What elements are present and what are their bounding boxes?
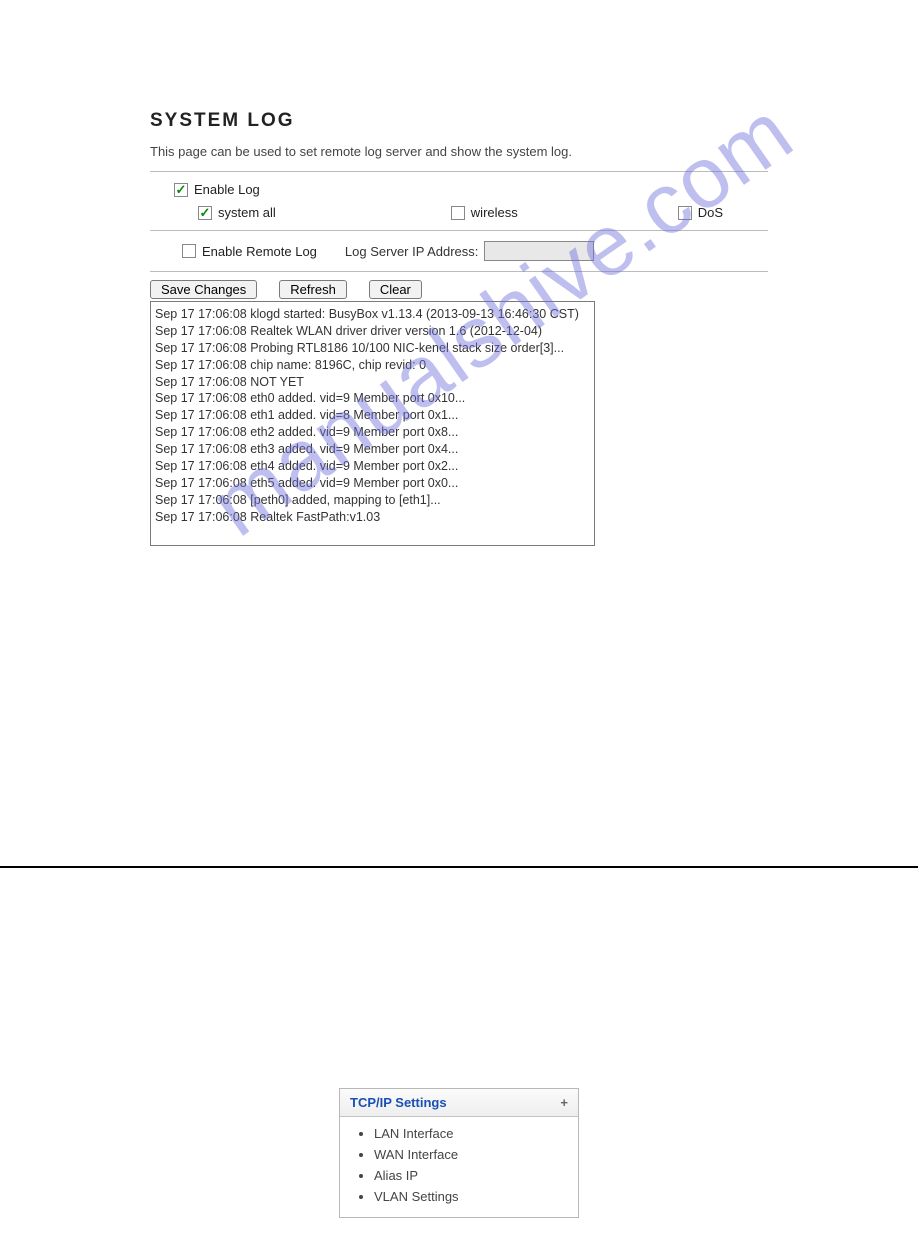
system-all-checkbox[interactable] bbox=[198, 206, 212, 220]
log-server-ip-input[interactable] bbox=[484, 241, 594, 261]
log-line: Sep 17 17:06:08 eth4 added. vid=9 Member… bbox=[155, 458, 590, 475]
enable-remote-log-checkbox[interactable] bbox=[182, 244, 196, 258]
enable-log-label: Enable Log bbox=[194, 182, 260, 197]
log-line: Sep 17 17:06:08 eth0 added. vid=9 Member… bbox=[155, 390, 590, 407]
tcpip-settings-panel: TCP/IP Settings + LAN Interface WAN Inte… bbox=[339, 1088, 579, 1218]
log-line: Sep 17 17:06:08 [peth0] added, mapping t… bbox=[155, 492, 590, 509]
enable-log-checkbox[interactable] bbox=[174, 183, 188, 197]
log-line: Sep 17 17:06:08 chip name: 8196C, chip r… bbox=[155, 357, 590, 374]
clear-button[interactable]: Clear bbox=[369, 280, 422, 299]
divider bbox=[150, 230, 768, 231]
panel-item-vlan[interactable]: VLAN Settings bbox=[374, 1186, 570, 1207]
log-line: Sep 17 17:06:08 Probing RTL8186 10/100 N… bbox=[155, 340, 590, 357]
log-line: Sep 17 17:06:08 eth1 added. vid=8 Member… bbox=[155, 407, 590, 424]
panel-item-alias[interactable]: Alias IP bbox=[374, 1165, 570, 1186]
log-line: Sep 17 17:06:08 Realtek WLAN driver driv… bbox=[155, 323, 590, 340]
log-output-box[interactable]: Sep 17 17:06:08 klogd started: BusyBox v… bbox=[150, 301, 595, 546]
log-line: Sep 17 17:06:08 eth5 added. vid=9 Member… bbox=[155, 475, 590, 492]
panel-item-wan[interactable]: WAN Interface bbox=[374, 1144, 570, 1165]
panel-title: TCP/IP Settings bbox=[350, 1095, 447, 1110]
panel-item-lan[interactable]: LAN Interface bbox=[374, 1123, 570, 1144]
refresh-button[interactable]: Refresh bbox=[279, 280, 347, 299]
dos-label: DoS bbox=[698, 205, 723, 220]
dos-checkbox[interactable] bbox=[678, 206, 692, 220]
section-divider bbox=[0, 866, 918, 868]
divider bbox=[150, 271, 768, 272]
wireless-checkbox[interactable] bbox=[451, 206, 465, 220]
log-line: Sep 17 17:06:08 eth2 added. vid=9 Member… bbox=[155, 424, 590, 441]
log-server-ip-label: Log Server IP Address: bbox=[345, 244, 478, 259]
wireless-label: wireless bbox=[471, 205, 518, 220]
log-line: Sep 17 17:06:08 NOT YET bbox=[155, 374, 590, 391]
expand-icon: + bbox=[560, 1095, 568, 1110]
save-changes-button[interactable]: Save Changes bbox=[150, 280, 257, 299]
enable-remote-log-label: Enable Remote Log bbox=[202, 244, 317, 259]
log-line: Sep 17 17:06:08 eth3 added. vid=9 Member… bbox=[155, 441, 590, 458]
log-line: Sep 17 17:06:08 Realtek FastPath:v1.03 bbox=[155, 509, 590, 526]
tcpip-settings-header[interactable]: TCP/IP Settings + bbox=[340, 1089, 578, 1117]
page-description: This page can be used to set remote log … bbox=[150, 144, 768, 159]
divider bbox=[150, 171, 768, 172]
log-line: Sep 17 17:06:08 klogd started: BusyBox v… bbox=[155, 306, 590, 323]
system-all-label: system all bbox=[218, 205, 276, 220]
page-title: SYSTEM LOG bbox=[150, 110, 768, 132]
